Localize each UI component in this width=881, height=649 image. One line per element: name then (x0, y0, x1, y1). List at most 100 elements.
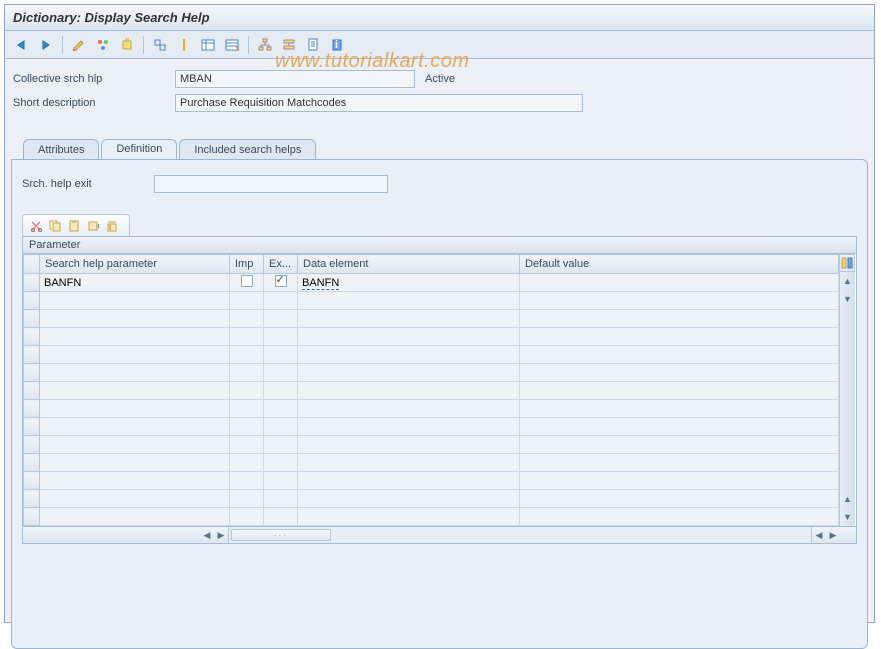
doc-icon[interactable] (302, 35, 324, 55)
row-selector[interactable] (24, 472, 40, 490)
cell-param[interactable] (40, 328, 230, 346)
shortdesc-input[interactable] (175, 94, 583, 112)
horizontal-scrollbar[interactable]: ◀ ▶ ··· ◀ ▶ (22, 527, 857, 544)
cell-exp[interactable] (264, 436, 298, 454)
collective-input[interactable] (175, 70, 415, 88)
scroll-step-left-icon[interactable]: ◀ (812, 528, 826, 542)
cell-elem[interactable]: BANFN (298, 274, 520, 292)
copy-icon[interactable] (46, 218, 64, 234)
pencil-icon[interactable] (68, 35, 90, 55)
rowsel-header[interactable] (24, 255, 40, 274)
cell-default[interactable] (520, 274, 839, 292)
col-default[interactable]: Default value (520, 255, 839, 274)
cell-imp[interactable] (230, 472, 264, 490)
cell-elem[interactable] (298, 364, 520, 382)
cell-exp[interactable] (264, 472, 298, 490)
tab-definition[interactable]: Definition (101, 139, 177, 159)
cell-param[interactable] (40, 454, 230, 472)
cell-imp[interactable] (230, 274, 264, 292)
delete-icon[interactable] (103, 218, 121, 234)
scroll-right-icon[interactable]: ▶ (826, 528, 840, 542)
hierarchy-icon[interactable] (278, 35, 300, 55)
cell-elem[interactable] (298, 418, 520, 436)
cell-elem[interactable] (298, 328, 520, 346)
config-columns-icon[interactable] (839, 254, 855, 272)
cell-imp[interactable] (230, 436, 264, 454)
cell-param[interactable] (40, 292, 230, 310)
cell-default[interactable] (520, 490, 839, 508)
row-selector[interactable] (24, 310, 40, 328)
cell-exp[interactable] (264, 418, 298, 436)
vertical-scrollbar[interactable]: ▲ ▼ ▲ ▼ (839, 272, 855, 526)
row-selector[interactable] (24, 436, 40, 454)
cell-default[interactable] (520, 454, 839, 472)
paste-icon[interactable] (65, 218, 83, 234)
cell-imp[interactable] (230, 454, 264, 472)
cell-elem[interactable] (298, 436, 520, 454)
scroll-thumb[interactable]: ··· (231, 529, 331, 541)
activate-icon[interactable] (116, 35, 138, 55)
cell-imp[interactable] (230, 490, 264, 508)
row-selector[interactable] (24, 490, 40, 508)
cell-param[interactable] (40, 364, 230, 382)
cell-imp[interactable] (230, 418, 264, 436)
cell-imp[interactable] (230, 328, 264, 346)
tree-icon[interactable] (254, 35, 276, 55)
cell-default[interactable] (520, 418, 839, 436)
row-selector[interactable] (24, 364, 40, 382)
scroll-down-icon[interactable]: ▼ (841, 510, 855, 524)
insert-icon[interactable] (84, 218, 102, 234)
cut-icon[interactable] (27, 218, 45, 234)
cell-elem[interactable] (298, 310, 520, 328)
cell-param[interactable] (40, 508, 230, 526)
col-exp[interactable]: Ex... (264, 255, 298, 274)
cell-param[interactable] (40, 418, 230, 436)
scroll-step-up-icon[interactable]: ▲ (841, 492, 855, 506)
cell-param[interactable] (40, 436, 230, 454)
cell-default[interactable] (520, 472, 839, 490)
cell-imp[interactable] (230, 292, 264, 310)
cell-default[interactable] (520, 508, 839, 526)
info-icon[interactable]: i (326, 35, 348, 55)
cell-default[interactable] (520, 310, 839, 328)
back-icon[interactable] (11, 35, 33, 55)
scroll-up-icon[interactable]: ▲ (841, 274, 855, 288)
row-selector[interactable] (24, 400, 40, 418)
col-imp[interactable]: Imp (230, 255, 264, 274)
cell-exp[interactable] (264, 454, 298, 472)
cell-param[interactable] (40, 472, 230, 490)
cell-elem[interactable] (298, 472, 520, 490)
cell-imp[interactable] (230, 400, 264, 418)
cell-default[interactable] (520, 364, 839, 382)
forward-icon[interactable] (35, 35, 57, 55)
scroll-left-icon[interactable]: ◀ (200, 528, 214, 542)
cell-elem[interactable] (298, 382, 520, 400)
cell-param[interactable] (40, 346, 230, 364)
cell-default[interactable] (520, 292, 839, 310)
cell-exp[interactable] (264, 310, 298, 328)
scroll-step-right-icon[interactable]: ▶ (214, 528, 228, 542)
cell-imp[interactable] (230, 310, 264, 328)
exit-input[interactable] (154, 175, 388, 193)
row-selector[interactable] (24, 454, 40, 472)
col-param[interactable]: Search help parameter (40, 255, 230, 274)
cell-param[interactable] (40, 400, 230, 418)
cell-exp[interactable] (264, 382, 298, 400)
col-elem[interactable]: Data element (298, 255, 520, 274)
tab-attributes[interactable]: Attributes (23, 139, 99, 159)
row-selector[interactable] (24, 418, 40, 436)
cell-elem[interactable] (298, 490, 520, 508)
row-selector[interactable] (24, 382, 40, 400)
cell-imp[interactable] (230, 382, 264, 400)
row-selector[interactable] (24, 508, 40, 526)
cell-param[interactable] (40, 310, 230, 328)
cell-imp[interactable] (230, 364, 264, 382)
cell-exp[interactable] (264, 328, 298, 346)
row-selector[interactable] (24, 328, 40, 346)
cell-default[interactable] (520, 436, 839, 454)
wand-icon[interactable] (92, 35, 114, 55)
row-selector[interactable] (24, 292, 40, 310)
table2-icon[interactable] (221, 35, 243, 55)
cell-elem[interactable] (298, 454, 520, 472)
cell-param[interactable]: BANFN (40, 274, 230, 292)
